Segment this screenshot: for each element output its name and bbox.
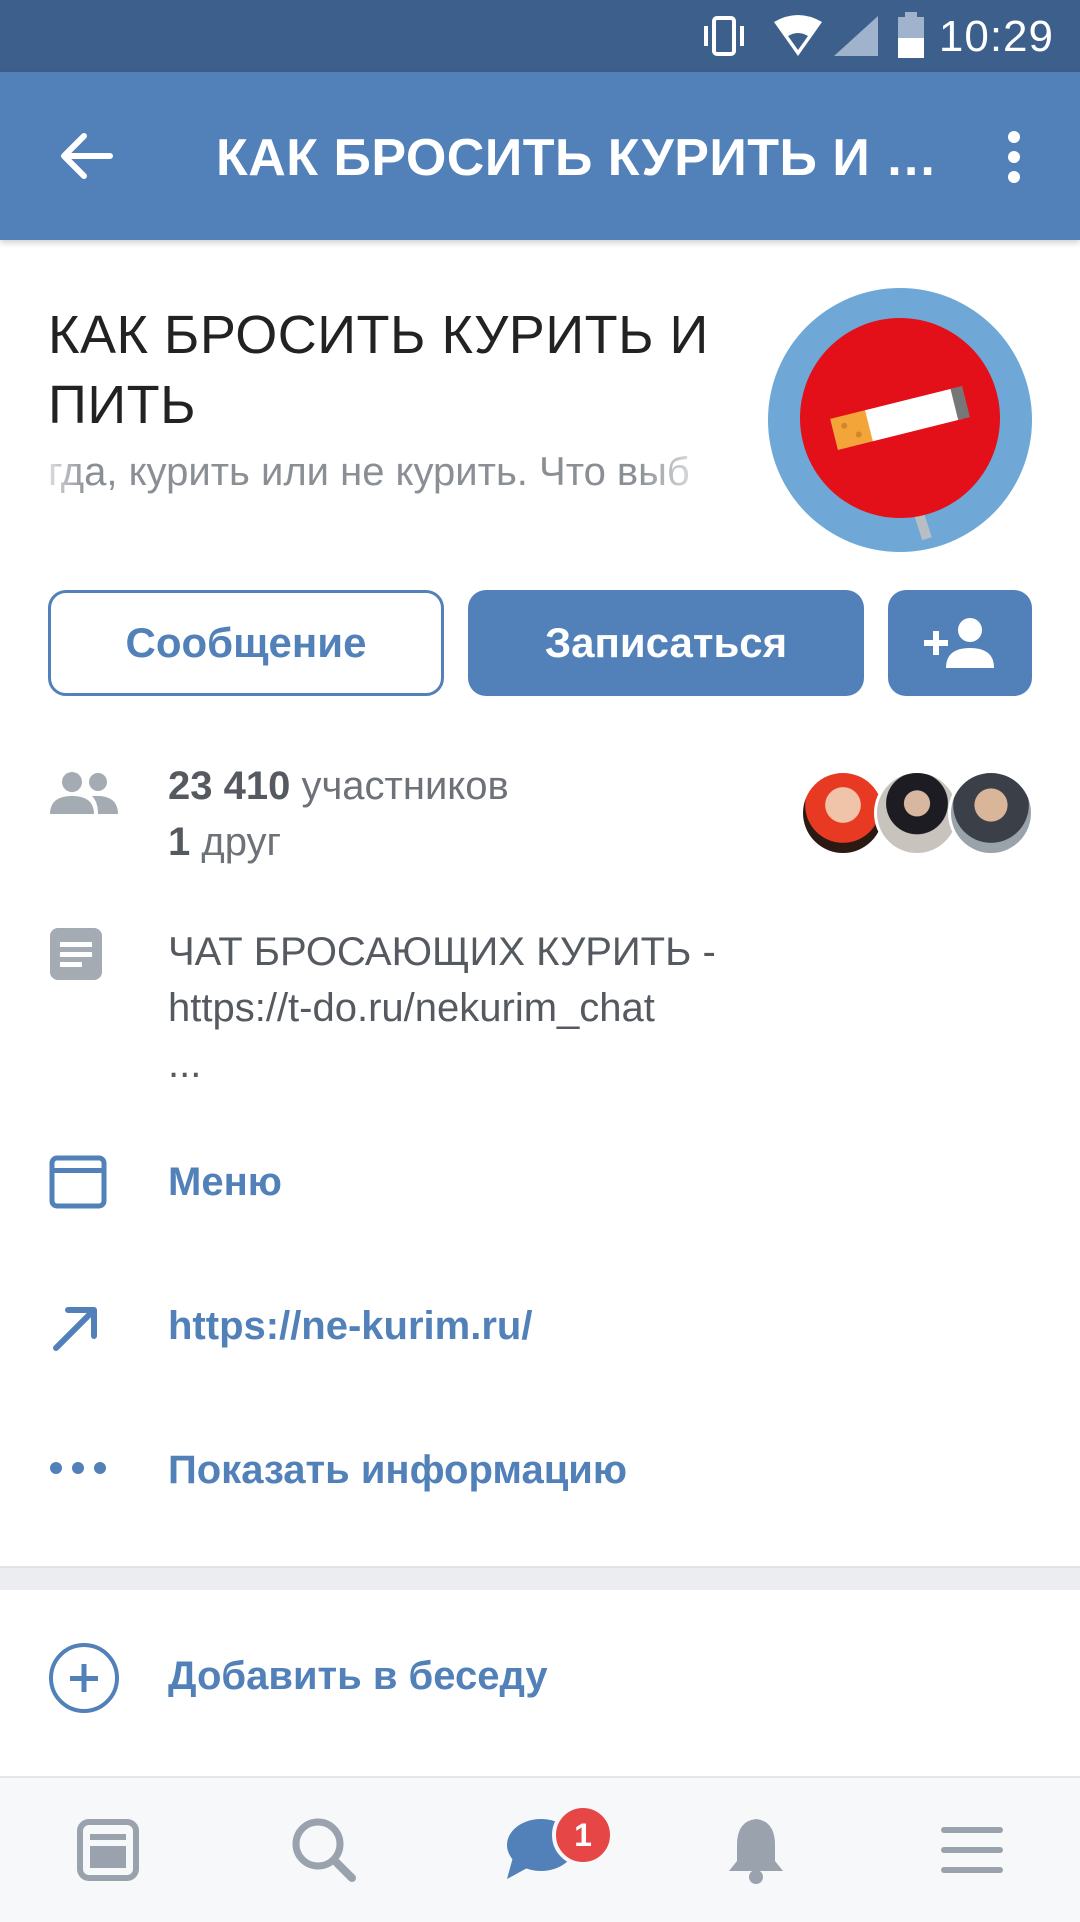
signal-icon [834,16,878,56]
friends-in-group[interactable]: 1 друг [168,820,281,865]
subscribe-button[interactable]: Записаться [468,590,864,696]
add-to-chat-link[interactable]: Добавить в беседу [168,1654,548,1699]
bottom-navigation: 1 [0,1776,1080,1922]
app-toolbar: КАК БРОСИТЬ КУРИТЬ И П... [0,72,1080,240]
avatar [948,770,1034,856]
description-icon [50,928,102,980]
group-name: КАК БРОСИТЬ КУРИТЬ И ПИТЬ [48,305,709,435]
menu-link[interactable]: Меню [168,1160,282,1205]
nav-search[interactable] [216,1778,432,1922]
battery-icon [898,12,924,58]
site-link[interactable]: https://ne-kurim.ru/ [168,1304,532,1349]
nav-notifications[interactable] [648,1778,864,1922]
invite-friend-button[interactable] [888,590,1032,696]
more-options-icon[interactable] [1000,130,1028,184]
toolbar-title: КАК БРОСИТЬ КУРИТЬ И П... [216,129,946,187]
clock: 10:29 [938,12,1054,61]
show-info-link[interactable]: Показать информацию [168,1448,627,1493]
nav-messages[interactable]: 1 [432,1778,648,1922]
wifi-icon [774,15,822,56]
nav-news[interactable] [0,1778,216,1922]
external-link-icon [53,1307,97,1351]
back-arrow-icon[interactable] [58,130,114,182]
group-avatar[interactable] [768,288,1032,552]
menu-page-icon [49,1155,107,1209]
member-avatars[interactable] [800,770,1036,856]
message-button[interactable]: Сообщение [48,590,444,696]
menu-icon [941,1827,1003,1873]
unread-badge: 1 [552,1804,614,1866]
section-divider [0,1566,1080,1590]
group-description[interactable]: ЧАТ БРОСАЮЩИХ КУРИТЬ - https://t-do.ru/n… [168,924,788,1092]
news-icon [77,1819,139,1881]
add-user-icon [924,618,994,668]
vibrate-icon [704,16,744,56]
search-icon [292,1818,356,1882]
members-count[interactable]: 23 410 участников [168,764,509,809]
more-horizontal-icon [50,1462,106,1474]
group-status: гда, курить или не курить. Что выб [48,450,690,494]
members-icon [50,772,118,814]
notifications-icon [729,1819,783,1884]
add-circle-icon [49,1643,119,1713]
nav-menu[interactable] [864,1778,1080,1922]
status-bar: 10:29 [0,0,1080,72]
